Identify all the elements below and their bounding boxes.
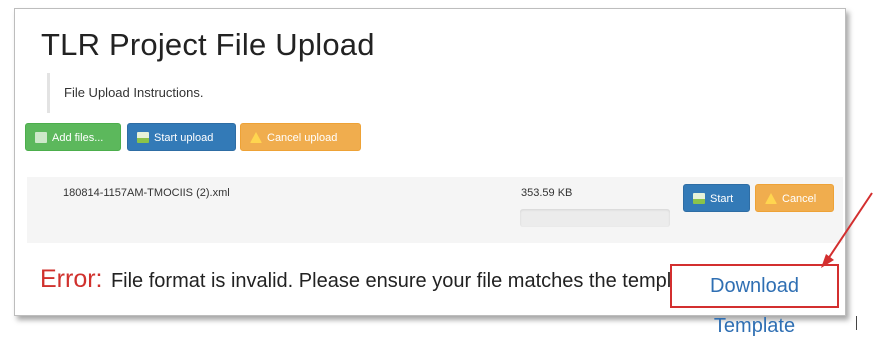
file-start-label: Start xyxy=(710,193,734,205)
upload-progress-bar xyxy=(520,209,670,227)
error-message: Error: File format is invalid. Please en… xyxy=(40,265,705,294)
error-label: Error: xyxy=(40,265,103,293)
start-upload-label: Start upload xyxy=(154,132,214,144)
download-template-link[interactable]: Download Template xyxy=(670,264,839,337)
file-cancel-label: Cancel xyxy=(782,193,817,205)
add-files-button[interactable]: Add files... xyxy=(25,123,121,151)
add-file-icon xyxy=(35,132,47,143)
page-title: TLR Project File Upload xyxy=(41,27,375,62)
warning-icon xyxy=(250,132,262,143)
file-size: 353.59 KB xyxy=(521,187,573,199)
upload-icon xyxy=(693,193,705,204)
cancel-upload-label: Cancel upload xyxy=(267,132,338,144)
text-cursor xyxy=(856,316,857,330)
file-name: 180814-1157AM-TMOCIIS (2).xml xyxy=(63,187,230,199)
start-upload-button[interactable]: Start upload xyxy=(127,123,236,151)
warning-icon xyxy=(765,193,777,204)
error-text: File format is invalid. Please ensure yo… xyxy=(110,270,705,292)
add-files-label: Add files... xyxy=(52,132,104,144)
upload-icon xyxy=(137,132,149,143)
cancel-upload-button[interactable]: Cancel upload xyxy=(240,123,361,151)
annotation-arrow-icon xyxy=(821,192,873,268)
file-start-button[interactable]: Start xyxy=(683,184,750,212)
upload-instructions: File Upload Instructions. xyxy=(47,73,464,113)
